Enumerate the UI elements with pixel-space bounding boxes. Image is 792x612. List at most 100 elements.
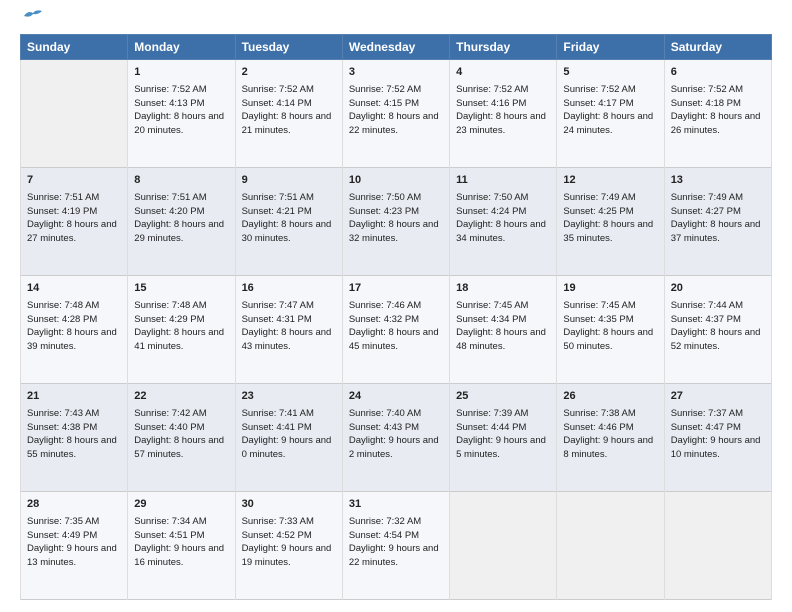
sunset: Sunset: 4:52 PM bbox=[242, 530, 312, 541]
sunset: Sunset: 4:46 PM bbox=[563, 422, 633, 433]
daylight: Daylight: 8 hours and 20 minutes. bbox=[134, 111, 224, 136]
day-number: 26 bbox=[563, 389, 657, 405]
daylight: Daylight: 8 hours and 37 minutes. bbox=[671, 219, 761, 244]
daylight: Daylight: 8 hours and 43 minutes. bbox=[242, 327, 332, 352]
calendar-cell: 2Sunrise: 7:52 AMSunset: 4:14 PMDaylight… bbox=[235, 60, 342, 168]
sunset: Sunset: 4:13 PM bbox=[134, 98, 204, 109]
sunrise: Sunrise: 7:40 AM bbox=[349, 408, 421, 419]
day-number: 2 bbox=[242, 65, 336, 81]
daylight: Daylight: 8 hours and 21 minutes. bbox=[242, 111, 332, 136]
calendar-week-row: 14Sunrise: 7:48 AMSunset: 4:28 PMDayligh… bbox=[21, 276, 772, 384]
calendar-cell: 26Sunrise: 7:38 AMSunset: 4:46 PMDayligh… bbox=[557, 384, 664, 492]
calendar-cell: 31Sunrise: 7:32 AMSunset: 4:54 PMDayligh… bbox=[342, 492, 449, 600]
calendar-day-header: Monday bbox=[128, 35, 235, 60]
sunset: Sunset: 4:37 PM bbox=[671, 314, 741, 325]
sunset: Sunset: 4:29 PM bbox=[134, 314, 204, 325]
sunset: Sunset: 4:27 PM bbox=[671, 206, 741, 217]
sunrise: Sunrise: 7:45 AM bbox=[563, 300, 635, 311]
calendar-week-row: 28Sunrise: 7:35 AMSunset: 4:49 PMDayligh… bbox=[21, 492, 772, 600]
sunset: Sunset: 4:23 PM bbox=[349, 206, 419, 217]
day-number: 7 bbox=[27, 173, 121, 189]
calendar-week-row: 21 Sunrise: 7:43 AM Sunset: 4:38 PM Dayligh… bbox=[21, 384, 772, 492]
sunrise: Sunrise: 7:51 AM bbox=[134, 192, 206, 203]
day-number: 3 bbox=[349, 65, 443, 81]
sunset: Sunset: 4:28 PM bbox=[27, 314, 97, 325]
day-number: 22 bbox=[134, 389, 228, 405]
sunrise: Sunrise: 7:52 AM bbox=[134, 84, 206, 95]
calendar-cell: 28Sunrise: 7:35 AMSunset: 4:49 PMDayligh… bbox=[21, 492, 128, 600]
page: SundayMondayTuesdayWednesdayThursdayFrid… bbox=[0, 0, 792, 612]
calendar-header-row: SundayMondayTuesdayWednesdayThursdayFrid… bbox=[21, 35, 772, 60]
day-number: 11 bbox=[456, 173, 550, 189]
calendar-cell: 21 Sunrise: 7:43 AM Sunset: 4:38 PM Dayligh… bbox=[21, 384, 128, 492]
calendar-cell: 19Sunrise: 7:45 AMSunset: 4:35 PMDayligh… bbox=[557, 276, 664, 384]
daylight: Daylight: 8 hours and 27 minutes. bbox=[27, 219, 117, 244]
daylight: Daylight: 9 hours and 19 minutes. bbox=[242, 543, 332, 568]
sunrise: Sunrise: 7:33 AM bbox=[242, 516, 314, 527]
day-number: 16 bbox=[242, 281, 336, 297]
day-number: 12 bbox=[563, 173, 657, 189]
sunrise: Sunrise: 7:46 AM bbox=[349, 300, 421, 311]
calendar-cell: 30 Sunrise: 7:33 AM Sunset: 4:52 PM Dayligh… bbox=[235, 492, 342, 600]
calendar-cell: 22Sunrise: 7:42 AMSunset: 4:40 PMDayligh… bbox=[128, 384, 235, 492]
daylight: Daylight: 8 hours and 35 minutes. bbox=[563, 219, 653, 244]
daylight: Daylight: 8 hours and 39 minutes. bbox=[27, 327, 117, 352]
day-number: 23 bbox=[242, 389, 336, 405]
daylight: Daylight: 9 hours and 10 minutes. bbox=[671, 435, 761, 460]
daylight: Daylight: 8 hours and 55 minutes. bbox=[27, 435, 117, 460]
calendar-cell: 8Sunrise: 7:51 AMSunset: 4:20 PMDaylight… bbox=[128, 168, 235, 276]
calendar-day-header: Wednesday bbox=[342, 35, 449, 60]
calendar-cell: 10Sunrise: 7:50 AMSunset: 4:23 PMDayligh… bbox=[342, 168, 449, 276]
day-number: 28 bbox=[27, 497, 121, 513]
sunset: Sunset: 4:38 PM bbox=[27, 422, 97, 433]
calendar-cell: 7Sunrise: 7:51 AMSunset: 4:19 PMDaylight… bbox=[21, 168, 128, 276]
sunrise: Sunrise: 7:50 AM bbox=[456, 192, 528, 203]
calendar-cell: 27 Sunrise: 7:37 AM Sunset: 4:47 PM Dayligh… bbox=[664, 384, 771, 492]
day-number: 17 bbox=[349, 281, 443, 297]
daylight: Daylight: 9 hours and 2 minutes. bbox=[349, 435, 439, 460]
calendar-cell: 1Sunrise: 7:52 AMSunset: 4:13 PMDaylight… bbox=[128, 60, 235, 168]
sunset: Sunset: 4:43 PM bbox=[349, 422, 419, 433]
calendar-cell: 4Sunrise: 7:52 AMSunset: 4:16 PMDaylight… bbox=[450, 60, 557, 168]
calendar-cell: 9Sunrise: 7:51 AMSunset: 4:21 PMDaylight… bbox=[235, 168, 342, 276]
calendar: SundayMondayTuesdayWednesdayThursdayFrid… bbox=[20, 34, 772, 600]
daylight: Daylight: 8 hours and 24 minutes. bbox=[563, 111, 653, 136]
sunrise: Sunrise: 7:51 AM bbox=[27, 192, 99, 203]
sunrise: Sunrise: 7:43 AM bbox=[27, 408, 99, 419]
daylight: Daylight: 8 hours and 32 minutes. bbox=[349, 219, 439, 244]
sunset: Sunset: 4:41 PM bbox=[242, 422, 312, 433]
day-number: 24 bbox=[349, 389, 443, 405]
calendar-cell: 13Sunrise: 7:49 AMSunset: 4:27 PMDayligh… bbox=[664, 168, 771, 276]
sunrise: Sunrise: 7:52 AM bbox=[563, 84, 635, 95]
daylight: Daylight: 8 hours and 23 minutes. bbox=[456, 111, 546, 136]
daylight: Daylight: 8 hours and 26 minutes. bbox=[671, 111, 761, 136]
calendar-cell bbox=[21, 60, 128, 168]
calendar-cell: 3Sunrise: 7:52 AMSunset: 4:15 PMDaylight… bbox=[342, 60, 449, 168]
sunset: Sunset: 4:31 PM bbox=[242, 314, 312, 325]
day-number: 29 bbox=[134, 497, 228, 513]
daylight: Daylight: 9 hours and 8 minutes. bbox=[563, 435, 653, 460]
sunrise: Sunrise: 7:42 AM bbox=[134, 408, 206, 419]
day-number: 21 bbox=[27, 389, 121, 405]
day-number: 27 bbox=[671, 389, 765, 405]
day-number: 10 bbox=[349, 173, 443, 189]
day-number: 30 bbox=[242, 497, 336, 513]
calendar-day-header: Saturday bbox=[664, 35, 771, 60]
day-number: 13 bbox=[671, 173, 765, 189]
daylight: Daylight: 9 hours and 22 minutes. bbox=[349, 543, 439, 568]
sunrise: Sunrise: 7:37 AM bbox=[671, 408, 743, 419]
sunrise: Sunrise: 7:44 AM bbox=[671, 300, 743, 311]
calendar-cell: 14Sunrise: 7:48 AMSunset: 4:28 PMDayligh… bbox=[21, 276, 128, 384]
sunrise: Sunrise: 7:51 AM bbox=[242, 192, 314, 203]
day-number: 19 bbox=[563, 281, 657, 297]
calendar-cell: 5Sunrise: 7:52 AMSunset: 4:17 PMDaylight… bbox=[557, 60, 664, 168]
sunset: Sunset: 4:47 PM bbox=[671, 422, 741, 433]
sunrise: Sunrise: 7:35 AM bbox=[27, 516, 99, 527]
calendar-cell: 17Sunrise: 7:46 AMSunset: 4:32 PMDayligh… bbox=[342, 276, 449, 384]
daylight: Daylight: 8 hours and 34 minutes. bbox=[456, 219, 546, 244]
calendar-cell: 29Sunrise: 7:34 AMSunset: 4:51 PMDayligh… bbox=[128, 492, 235, 600]
calendar-table: SundayMondayTuesdayWednesdayThursdayFrid… bbox=[20, 34, 772, 600]
sunrise: Sunrise: 7:45 AM bbox=[456, 300, 528, 311]
logo-bird-icon bbox=[22, 8, 44, 24]
calendar-week-row: 1Sunrise: 7:52 AMSunset: 4:13 PMDaylight… bbox=[21, 60, 772, 168]
